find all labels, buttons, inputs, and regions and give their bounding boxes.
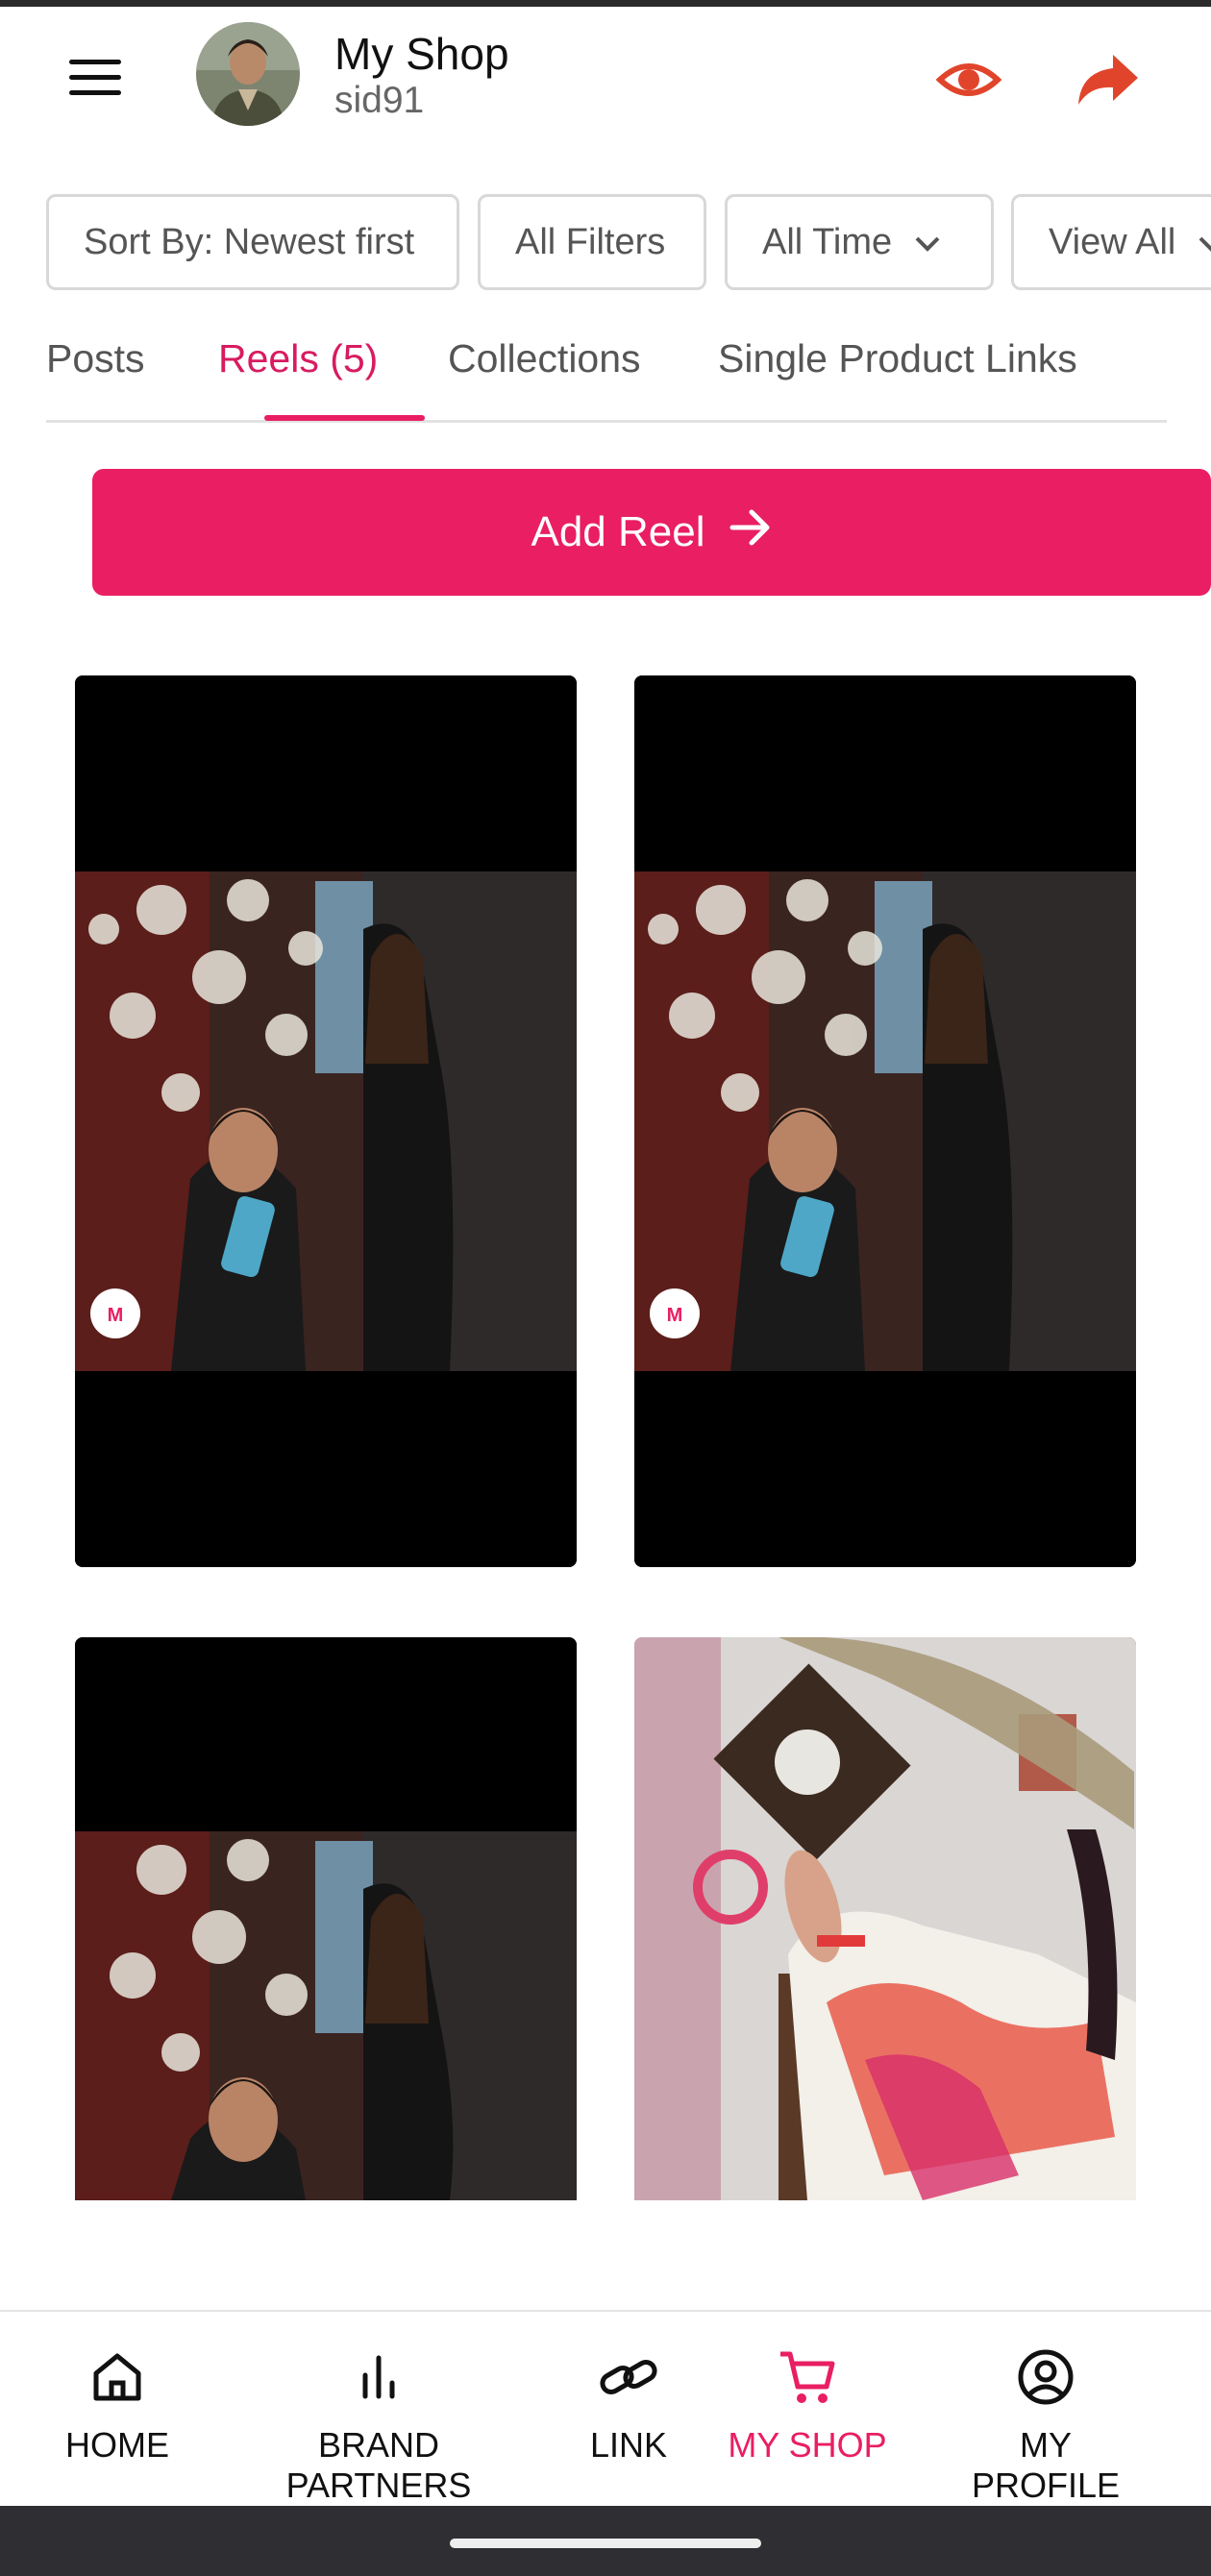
reel-card[interactable]: M [75, 675, 577, 1567]
nav-brand-partners[interactable]: BRAND PARTNERS [227, 2346, 531, 2506]
reel-card[interactable] [75, 1637, 577, 2200]
nav-home-label: HOME [65, 2425, 169, 2465]
link-icon [581, 2346, 677, 2408]
reel-card[interactable] [634, 1637, 1136, 2200]
nav-my-shop-label: MY SHOP [728, 2425, 887, 2465]
nav-link-label: LINK [589, 2425, 668, 2465]
filter-bar: Sort By: Newest first All Filters All Ti… [46, 194, 1211, 290]
bar-chart-icon [227, 2346, 531, 2408]
all-filters-button[interactable]: All Filters [478, 194, 706, 290]
view-label: View All [1049, 221, 1176, 262]
share-icon[interactable] [1073, 45, 1142, 114]
app-header: My Shop sid91 [0, 7, 1211, 151]
arrow-right-icon [729, 505, 773, 560]
nav-brand-partners-label: BRAND PARTNERS [285, 2425, 472, 2505]
avatar[interactable] [196, 22, 300, 126]
tab-reels[interactable]: Reels (5) [218, 336, 378, 381]
all-filters-label: All Filters [515, 221, 666, 262]
system-nav-bar [0, 2506, 1211, 2576]
hamburger-menu-icon[interactable] [69, 43, 136, 110]
username: sid91 [334, 80, 425, 121]
home-icon [58, 2346, 177, 2408]
nav-my-shop[interactable]: MY SHOP [727, 2346, 888, 2466]
page-title: My Shop [334, 29, 509, 79]
home-indicator[interactable] [450, 2539, 761, 2548]
add-reel-button[interactable]: Add Reel [92, 469, 1211, 596]
nav-link[interactable]: LINK [581, 2346, 677, 2466]
sort-dropdown[interactable]: Sort By: Newest first [46, 194, 459, 290]
tab-single-product-links[interactable]: Single Product Links [718, 336, 1077, 381]
sort-label: Sort By: Newest first [84, 221, 415, 262]
user-circle-icon [946, 2346, 1146, 2408]
time-dropdown[interactable]: All Time [725, 194, 994, 290]
tab-posts[interactable]: Posts [46, 336, 145, 381]
svg-text:M: M [667, 1305, 683, 1326]
view-dropdown[interactable]: View All [1011, 194, 1211, 290]
cart-icon [727, 2346, 888, 2408]
chevron-down-icon [913, 222, 942, 263]
tab-collections[interactable]: Collections [448, 336, 641, 381]
nav-home[interactable]: HOME [58, 2346, 177, 2466]
active-tab-indicator [264, 415, 425, 421]
reel-card[interactable]: M [634, 675, 1136, 1567]
add-reel-label: Add Reel [531, 508, 705, 555]
content-tabs: Posts Reels (5) Collections Single Produ… [46, 327, 1167, 423]
time-label: All Time [762, 221, 893, 262]
eye-icon[interactable] [934, 45, 1003, 114]
bottom-nav: HOME BRAND PARTNERS LINK MY SHOP MY PROF… [0, 2310, 1211, 2506]
nav-my-profile[interactable]: MY PROFILE [946, 2346, 1146, 2506]
svg-text:M: M [108, 1305, 124, 1326]
nav-my-profile-label: MY PROFILE [971, 2425, 1121, 2505]
chevron-down-icon [1197, 222, 1211, 263]
status-strip [0, 0, 1211, 7]
